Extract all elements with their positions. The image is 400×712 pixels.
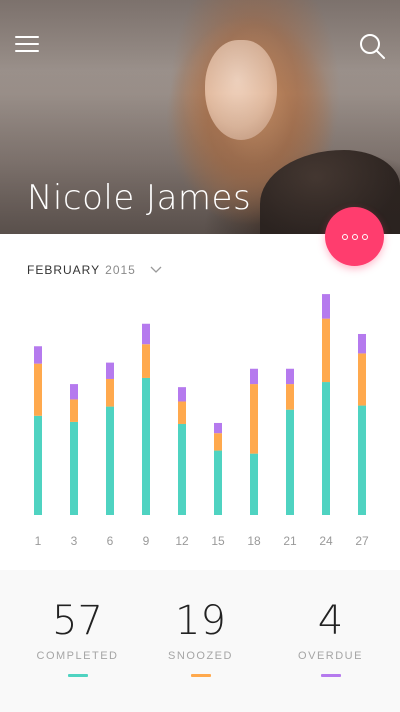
stat-overdue-value: 4 bbox=[317, 598, 344, 644]
stat-completed-value: 57 bbox=[52, 598, 103, 644]
bar-completed-27 bbox=[358, 405, 366, 515]
bar-completed-21 bbox=[286, 409, 294, 515]
bar-completed-12 bbox=[178, 423, 186, 515]
hamburger-menu-icon[interactable] bbox=[15, 34, 39, 54]
bar-overdue-18 bbox=[250, 368, 258, 385]
stat-snoozed: 19 SNOOZED bbox=[134, 570, 267, 677]
stat-overdue-label: OVERDUE bbox=[298, 650, 363, 662]
x-tick-label: 27 bbox=[355, 534, 369, 548]
bar-overdue-24 bbox=[322, 294, 330, 319]
x-tick-label: 15 bbox=[211, 534, 225, 548]
more-dots-icon bbox=[341, 233, 348, 240]
chevron-down-icon bbox=[150, 266, 162, 273]
bar-snoozed-9 bbox=[142, 344, 150, 378]
bar-snoozed-1 bbox=[34, 363, 42, 416]
x-tick-label: 18 bbox=[247, 534, 261, 548]
bar-snoozed-3 bbox=[70, 399, 78, 422]
bar-snoozed-6 bbox=[106, 378, 114, 407]
bar-snoozed-21 bbox=[286, 384, 294, 410]
profile-header: Nicole James bbox=[0, 0, 400, 234]
bar-snoozed-15 bbox=[214, 433, 222, 451]
bar-snoozed-27 bbox=[358, 353, 366, 406]
stat-snoozed-label: SNOOZED bbox=[168, 650, 233, 662]
bar-overdue-12 bbox=[178, 387, 186, 402]
year-label: 2015 bbox=[105, 263, 136, 277]
bar-overdue-21 bbox=[286, 368, 294, 385]
profile-name: Nicole James bbox=[27, 178, 252, 218]
bar-overdue-27 bbox=[358, 333, 366, 354]
stat-completed-indicator bbox=[67, 674, 88, 677]
stat-completed: 57 COMPLETED bbox=[11, 570, 144, 677]
bar-completed-6 bbox=[106, 406, 114, 515]
x-tick-label: 9 bbox=[143, 534, 150, 548]
stats-panel: 57 COMPLETED 19 SNOOZED 4 OVERDUE bbox=[0, 570, 400, 712]
bar-snoozed-18 bbox=[250, 384, 258, 454]
bar-completed-18 bbox=[250, 453, 258, 515]
bar-completed-9 bbox=[142, 377, 150, 515]
x-tick-label: 1 bbox=[35, 534, 42, 548]
x-tick-label: 3 bbox=[71, 534, 78, 548]
bar-overdue-15 bbox=[214, 422, 222, 434]
stat-overdue: 4 OVERDUE bbox=[264, 570, 397, 677]
bar-overdue-9 bbox=[142, 323, 150, 345]
bar-overdue-1 bbox=[34, 346, 42, 364]
x-tick-label: 24 bbox=[319, 534, 333, 548]
stat-snoozed-value: 19 bbox=[175, 598, 226, 644]
stat-snoozed-indicator bbox=[190, 674, 211, 677]
bar-snoozed-12 bbox=[178, 401, 186, 424]
bar-overdue-6 bbox=[106, 362, 114, 379]
bar-overdue-3 bbox=[70, 384, 78, 400]
x-tick-label: 6 bbox=[107, 534, 114, 548]
bar-completed-15 bbox=[214, 450, 222, 515]
bar-completed-1 bbox=[34, 415, 42, 515]
bar-snoozed-24 bbox=[322, 318, 330, 383]
more-options-button[interactable] bbox=[325, 207, 384, 266]
stat-overdue-indicator bbox=[320, 674, 341, 677]
stat-completed-label: COMPLETED bbox=[36, 650, 119, 662]
stacked-bar-chart: 1 3 6 9 12 15 18 21 24 27 bbox=[34, 294, 369, 548]
x-tick-label: 12 bbox=[175, 534, 189, 548]
bar-completed-24 bbox=[322, 382, 330, 515]
x-tick-label: 21 bbox=[283, 534, 297, 548]
month-label: FEBRUARY bbox=[27, 263, 101, 277]
search-icon[interactable] bbox=[358, 32, 386, 60]
month-selector[interactable]: FEBRUARY 2015 bbox=[27, 263, 162, 277]
bar-completed-3 bbox=[70, 421, 78, 515]
